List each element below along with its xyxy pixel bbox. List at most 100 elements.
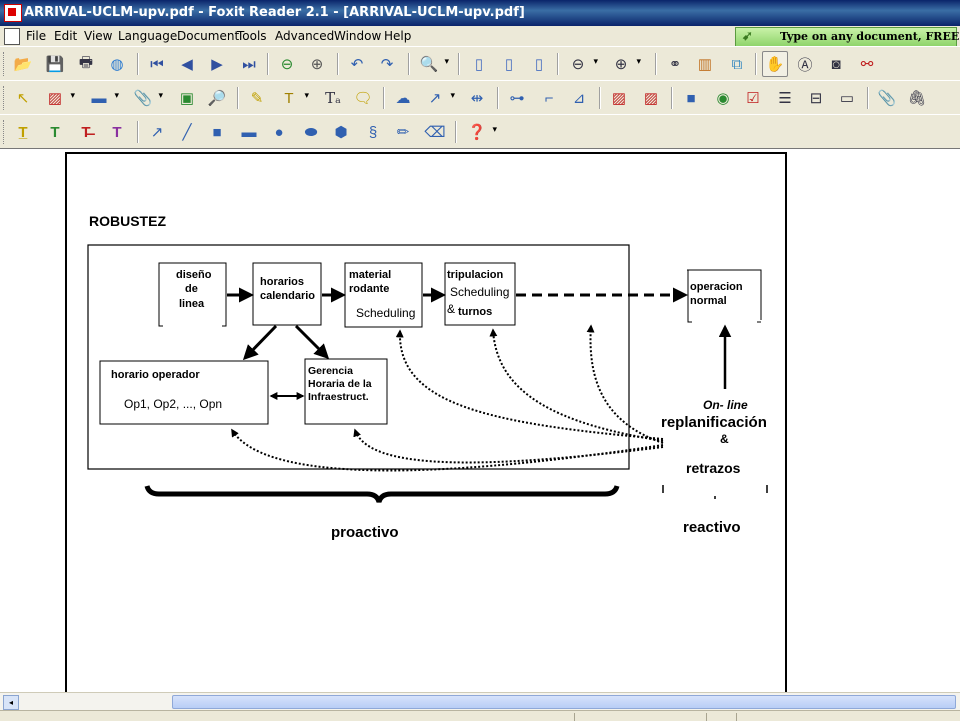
select-arrow-icon[interactable]: ↖ — [12, 87, 34, 109]
clip-icon[interactable]: 📎 — [876, 87, 898, 109]
eraser-icon[interactable]: ⌫ — [424, 121, 446, 143]
cloud-icon[interactable]: ☁ — [392, 87, 414, 109]
rotate-left-icon[interactable]: ↶ — [346, 53, 368, 75]
scroll-left-icon[interactable]: ◂ — [3, 695, 19, 710]
circle-draw-icon[interactable]: ● — [268, 121, 290, 143]
square-draw-icon[interactable]: ■ — [206, 121, 228, 143]
print-icon[interactable]: 🖶 — [75, 53, 97, 75]
continuous-icon[interactable]: ▯ — [498, 53, 520, 75]
menu-tools[interactable]: Tools — [237, 29, 267, 43]
menu-edit[interactable]: Edit — [54, 29, 77, 43]
image-icon[interactable]: ▣ — [176, 87, 198, 109]
status-bar — [0, 710, 960, 721]
squiggly-text-icon[interactable]: T — [44, 121, 66, 143]
bookmark-icon[interactable]: ▥ — [694, 53, 716, 75]
text-select-icon[interactable]: Ⓐ — [794, 53, 816, 75]
horarios-line-2: calendario — [260, 290, 315, 302]
menu-advanced[interactable]: Advanced — [275, 29, 334, 43]
list-box-icon[interactable]: ☰ — [774, 87, 796, 109]
combo-box-icon[interactable]: ⊟ — [805, 87, 827, 109]
snapshot-icon[interactable]: ◙ — [825, 53, 847, 75]
text-tool-icon[interactable]: Tₐ — [322, 87, 344, 109]
fit-icon[interactable]: ⧉ — [726, 53, 748, 75]
document-icon[interactable] — [4, 28, 20, 45]
menu-view[interactable]: View — [84, 29, 112, 43]
zoom-out-icon[interactable]: ⊖ — [567, 53, 598, 75]
text-field-icon[interactable]: ▭ — [836, 87, 858, 109]
diagram-title: ROBUSTEZ — [89, 213, 166, 229]
promo-arrow-icon: ➹ — [742, 29, 753, 44]
menu-document[interactable]: Document — [177, 29, 239, 43]
strike-text-icon[interactable]: T̶ — [75, 121, 97, 143]
go-forward-icon[interactable]: ⊕ — [306, 53, 328, 75]
signature2-icon[interactable]: ▨ — [640, 87, 662, 109]
eraser-glasses-icon[interactable]: ⚯ — [856, 53, 878, 75]
rotate-right-icon[interactable]: ↷ — [376, 53, 398, 75]
zoom-in-icon[interactable]: 🔍 — [418, 53, 449, 75]
scroll-thumb[interactable] — [172, 695, 956, 709]
email-icon[interactable]: ◍ — [106, 53, 128, 75]
attachment-icon[interactable]: 📎 — [132, 87, 163, 109]
magnifier-icon[interactable]: 🔎 — [206, 87, 228, 109]
go-back-icon[interactable]: ⊖ — [276, 53, 298, 75]
arrow-tool-icon[interactable]: ↗ — [424, 87, 455, 109]
cloud-draw-icon[interactable]: § — [362, 121, 384, 143]
toolbar-grip[interactable] — [3, 120, 7, 144]
hand-tool-icon[interactable]: ✋ — [762, 51, 788, 77]
typewriter-icon[interactable]: T — [278, 87, 309, 109]
signature-icon[interactable]: ▨ — [608, 87, 630, 109]
arrow-draw-icon[interactable]: ↗ — [146, 121, 168, 143]
replanificacion-label: replanificación — [661, 414, 767, 431]
replace-text-icon[interactable]: T — [106, 121, 128, 143]
box-gerencia: Gerencia Horaria de la Infraestruct. — [304, 358, 388, 425]
reactivo-bracket — [662, 485, 768, 499]
link-icon[interactable]: ⊶ — [506, 87, 528, 109]
save-icon[interactable]: 💾 — [44, 53, 66, 75]
diseno-line-2: de — [185, 283, 198, 295]
online-label: On- line — [703, 398, 748, 412]
rect-draw-icon[interactable]: ▬ — [238, 121, 260, 143]
note-icon[interactable]: 🗨 — [352, 87, 374, 109]
amp-label: & — [720, 432, 729, 446]
underline-text-icon[interactable]: T̲ — [12, 121, 34, 143]
previous-page-icon[interactable]: ◀ — [176, 53, 198, 75]
menu-language[interactable]: Language — [118, 29, 177, 43]
first-page-icon[interactable]: ⏮ — [146, 53, 168, 75]
help-icon[interactable]: ❓ — [466, 121, 497, 143]
horarios-line-1: horarios — [260, 276, 304, 288]
menu-window[interactable]: Window — [334, 29, 381, 43]
checkbox-icon[interactable]: ☑ — [742, 87, 764, 109]
ellipse-draw-icon[interactable]: ⬬ — [300, 121, 322, 143]
open-icon[interactable]: 📂 — [12, 53, 34, 75]
pencil-icon[interactable]: ✏ — [392, 121, 414, 143]
highlight-icon[interactable]: ✎ — [246, 87, 268, 109]
horizontal-scrollbar[interactable]: ◂ — [0, 692, 960, 710]
box-horario-operador: horario operador Op1, Op2, ..., Opn — [99, 360, 269, 425]
toolbar-grip[interactable] — [3, 52, 7, 76]
form-rectangle-icon[interactable]: ■ — [680, 87, 702, 109]
connector-icon[interactable]: ⌐ — [538, 87, 560, 109]
find-icon[interactable]: ⚭ — [664, 53, 686, 75]
next-page-icon[interactable]: ▶ — [206, 53, 228, 75]
radio-icon[interactable]: ◉ — [712, 87, 734, 109]
toolbar-grip[interactable] — [3, 86, 7, 110]
retrazos-label: retrazos — [686, 460, 741, 476]
promo-banner[interactable]: ➹ Type on any document, FREE! — [735, 27, 960, 47]
app-icon[interactable] — [4, 4, 22, 22]
material-line-1: material — [349, 269, 391, 281]
gerencia-line-1: Gerencia — [308, 365, 353, 377]
last-page-icon[interactable]: ⏭ — [238, 53, 260, 75]
polygon-icon[interactable]: ⊿ — [568, 87, 590, 109]
polygon-draw-icon[interactable]: ⬢ — [330, 121, 352, 143]
rectangle-icon[interactable]: ▬ — [88, 87, 120, 109]
facing-icon[interactable]: ▯ — [528, 53, 550, 75]
line-draw-icon[interactable]: ╱ — [176, 121, 198, 143]
reactivo-label: reactivo — [683, 519, 741, 536]
zoom-in-plus-icon[interactable]: ⊕ — [610, 53, 641, 75]
clip2-icon[interactable]: 🖇 — [906, 87, 928, 109]
single-page-icon[interactable]: ▯ — [468, 53, 490, 75]
dimension-icon[interactable]: ⇹ — [466, 87, 488, 109]
menu-help[interactable]: Help — [384, 29, 411, 43]
menu-file[interactable]: File — [26, 29, 46, 43]
stamp-icon[interactable]: ▨ — [44, 87, 75, 109]
